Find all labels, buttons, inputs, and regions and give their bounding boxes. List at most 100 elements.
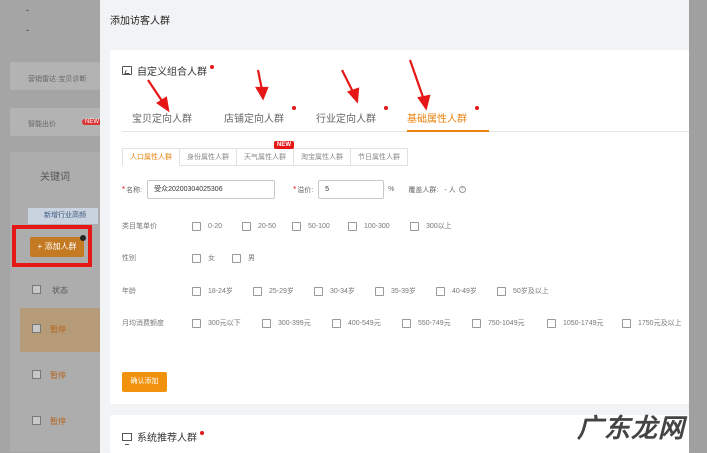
option-checkbox[interactable]: 40-49岁 [436,286,497,296]
option-checkbox[interactable]: 300元以下 [192,318,262,328]
new-tag: NEW [274,141,294,149]
option-checkbox[interactable]: 50-100 [292,221,348,231]
row-status: 暂停 [50,371,66,380]
checkbox-icon[interactable] [436,286,445,296]
custom-crowd-header: 自定义组合人群 [122,63,214,78]
keyword-label: 关键词 [40,172,70,183]
row-checkbox[interactable] [32,370,41,379]
checkbox-icon[interactable] [192,318,201,328]
option-checkbox[interactable]: 300以上 [410,221,452,231]
bg-menu-item: 智能出价 [28,121,56,128]
subtab-demographic[interactable]: 人口属性人群 [122,148,180,166]
tab-basic-attr-crowd[interactable]: 基础属性人群 [407,110,467,125]
checkbox-icon[interactable] [497,286,506,296]
option-checkbox[interactable]: 50岁及以上 [497,286,549,296]
checkbox-icon[interactable] [253,286,262,296]
premium-input[interactable]: 5 [318,180,385,199]
option-label: 性别 [122,255,136,262]
option-label: 类目笔单价 [122,223,157,230]
option-checkbox[interactable]: 30-34岁 [314,286,375,296]
image-icon [122,66,132,75]
option-checkbox[interactable]: 100-300 [348,221,410,231]
attr-subtabs: 人口属性人群 身份属性人群 NEW 天气属性人群 淘宝属性人群 节日属性人群 [122,141,408,166]
bg-dash: - [26,5,29,15]
option-checkbox[interactable]: 18-24岁 [192,286,253,296]
watermark: 广东龙网 [577,414,686,444]
row-checkbox[interactable] [32,416,41,425]
tab-shop-crowd[interactable]: 店铺定向人群 [224,110,284,125]
red-dot [475,106,479,110]
checkbox-icon[interactable] [472,318,481,328]
option-label: 月均消费额度 [122,320,164,327]
monitor-icon [122,432,132,445]
red-dot [210,64,214,69]
highlight-box [12,225,92,267]
premium-label: 溢价: [297,186,314,194]
subtab-identity[interactable]: 身份属性人群 [180,148,237,166]
checkbox-icon[interactable] [292,221,301,231]
checkbox-icon[interactable] [192,253,201,263]
row-status: 暂停 [50,417,66,426]
red-dot [384,106,388,110]
checkbox-icon[interactable] [192,286,201,296]
coverage-value: - 人 [444,186,456,194]
modal-title: 添加访客人群 [110,16,170,27]
percent-unit: % [388,186,395,193]
col-status: 状态 [52,286,68,295]
option-checkbox[interactable]: 20-50 [242,221,292,231]
option-checkbox[interactable]: 300-399元 [262,318,332,328]
option-checkbox[interactable]: 男 [232,253,255,263]
option-checkbox[interactable]: 1050-1749元 [547,318,622,328]
checkbox-icon[interactable] [192,221,201,231]
checkbox-icon[interactable] [314,286,323,296]
bg-info-bar: 新增行业高频 [28,208,98,224]
confirm-add-button[interactable]: 确认添加 [122,372,167,392]
add-visitor-crowd-modal: 添加访客人群 自定义组合人群 宝贝定向人群 店铺定向人群 行业定向人群 基础属性… [100,0,689,453]
option-row-spending: 月均消费额度 300元以下 300-399元 400-549元 550-749元… [122,318,682,328]
red-dot [200,430,204,435]
row-status: 暂停 [50,325,66,334]
tab-item-crowd[interactable]: 宝贝定向人群 [132,110,192,125]
option-checkbox[interactable]: 400-549元 [332,318,402,328]
custom-crowd-title: 自定义组合人群 [137,67,207,78]
background-page: - - 营销雷达·宝贝诊断 智能出价 NEW 关键词 i 新增行业高频 + 添加… [0,0,102,453]
checkbox-icon[interactable] [622,318,631,328]
option-checkbox[interactable]: 25-29岁 [253,286,314,296]
name-input[interactable]: 受众20200304025306 [147,180,276,199]
red-dot [292,106,296,110]
checkbox-icon[interactable] [232,253,241,263]
option-checkbox[interactable]: 35-39岁 [375,286,436,296]
new-badge: NEW [82,119,102,125]
row-checkbox[interactable] [32,324,41,333]
checkbox-icon[interactable] [547,318,556,328]
bg-menu-item: 营销雷达·宝贝诊断 [28,76,87,83]
subtab-festival[interactable]: 节日属性人群 [351,148,408,166]
option-checkbox[interactable]: 1750元及以上 [622,318,682,328]
custom-crowd-card: 自定义组合人群 宝贝定向人群 店铺定向人群 行业定向人群 基础属性人群 人口属性… [110,50,689,404]
subtab-taobao[interactable]: 淘宝属性人群 [294,148,351,166]
option-row-age: 年龄 18-24岁 25-29岁 30-34岁 35-39岁 40-49岁 50… [122,286,549,296]
bg-dash: - [26,25,29,35]
tab-industry-crowd[interactable]: 行业定向人群 [316,110,376,125]
option-checkbox[interactable]: 550-749元 [402,318,472,328]
subtab-weather[interactable]: NEW 天气属性人群 [237,141,294,166]
checkbox-icon[interactable] [242,221,251,231]
form-row: * 名称: 受众20200304025306 * 溢价: 5 % 覆盖人群: -… [122,180,466,199]
checkbox-icon[interactable] [375,286,384,296]
recommend-crowd-title: 系统推荐人群 [137,433,197,444]
checkbox-icon[interactable] [402,318,411,328]
row-checkbox[interactable] [32,285,41,294]
help-icon[interactable]: ? [458,186,466,193]
active-tab-underline [407,130,489,132]
option-label: 年龄 [122,288,136,295]
checkbox-icon[interactable] [332,318,341,328]
crowd-tabs: 宝贝定向人群 店铺定向人群 行业定向人群 基础属性人群 [122,102,689,132]
checkbox-icon[interactable] [348,221,357,231]
checkbox-icon[interactable] [262,318,271,328]
option-row-price: 类目笔单价 0-20 20-50 50-100 100-300 300以上 [122,221,452,231]
checkbox-icon[interactable] [410,221,419,231]
option-checkbox[interactable]: 女 [192,253,232,263]
coverage-label: 覆盖人群: [408,186,439,194]
option-checkbox[interactable]: 0-20 [192,221,242,231]
option-checkbox[interactable]: 750-1049元 [472,318,547,328]
